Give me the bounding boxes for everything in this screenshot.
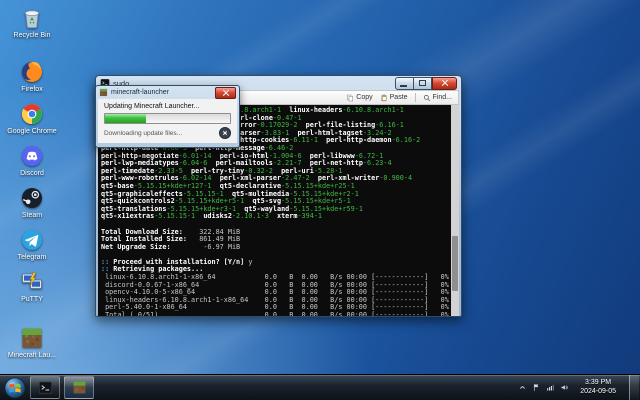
desktop-icon-label: Discord	[20, 170, 44, 177]
maximize-button[interactable]	[414, 76, 432, 90]
firefox-icon	[20, 60, 44, 84]
desktop-icon-chrome[interactable]: Google Chrome	[6, 102, 58, 136]
updater-heading: Updating Minecraft Launcher...	[104, 103, 200, 110]
find-icon	[423, 94, 431, 102]
paste-button[interactable]: Paste	[380, 94, 408, 102]
minecraft-icon	[99, 88, 108, 97]
terminal-scrollbar[interactable]	[451, 105, 459, 316]
cancel-update-button[interactable]	[219, 127, 231, 139]
desktop-icon-label: Telegram	[17, 254, 47, 261]
updater-titlebar[interactable]: minecraft-launcher	[96, 86, 239, 99]
putty-icon	[20, 270, 44, 294]
update-progress-fill	[105, 114, 147, 123]
close-button[interactable]	[432, 76, 457, 90]
updater-close-button[interactable]	[215, 86, 236, 99]
copy-button[interactable]: Copy	[346, 94, 373, 102]
system-tray: 3:39 PM 2024-09-05	[518, 375, 640, 400]
taskbar: 3:39 PM 2024-09-05	[0, 374, 640, 400]
desktop-icon-telegram[interactable]: Telegram	[6, 228, 58, 262]
toolbar-divider	[414, 93, 416, 102]
updater-status: Downloading update files...	[104, 129, 183, 137]
desktop-icon-steam[interactable]: Steam	[6, 186, 58, 220]
discord-icon	[20, 144, 44, 168]
volume-icon[interactable]	[560, 383, 569, 392]
steam-icon	[20, 186, 44, 210]
network-icon[interactable]	[546, 383, 555, 392]
update-progress-bar	[104, 113, 231, 124]
desktop-icon-firefox[interactable]: Firefox	[6, 60, 58, 94]
terminal-line: Total ( 0/51) 0.0 B 0.00 B/s 00:00 [----…	[101, 311, 449, 316]
desktop-icon-putty[interactable]: PuTTY	[6, 270, 58, 304]
clock-date: 2024-09-05	[580, 387, 616, 395]
desktop-icon-label: Minecraft Lau...	[7, 352, 57, 359]
desktop-icon-label: Recycle Bin	[13, 32, 51, 39]
start-button[interactable]	[4, 377, 26, 399]
scrollbar-thumb[interactable]	[452, 235, 458, 291]
desktop: Recycle Bin Firefox Google Chrome Discord St…	[0, 0, 640, 400]
show-desktop-button[interactable]	[629, 375, 639, 400]
paste-icon	[380, 94, 388, 102]
minimize-button[interactable]	[395, 76, 414, 90]
copy-icon	[346, 94, 354, 102]
taskbar-button-minecraft-launcher[interactable]	[64, 376, 94, 399]
action-center-flag-icon[interactable]	[532, 383, 541, 392]
minecraft-icon	[20, 326, 44, 350]
terminal-line: qt5-x11extras-5.15.15-1 udisks2-2.10.1-3…	[101, 212, 323, 221]
recycle-bin-icon	[20, 6, 44, 30]
desktop-icon-discord[interactable]: Discord	[6, 144, 58, 178]
hidden-icons-chevron[interactable]	[518, 383, 527, 392]
updater-body: Updating Minecraft Launcher... Downloadi…	[98, 99, 237, 143]
updater-dialog: minecraft-launcher Updating Minecraft La…	[95, 85, 240, 148]
paste-label: Paste	[389, 94, 408, 101]
desktop-icon-label: Steam	[21, 212, 43, 219]
find-label: Find...	[432, 94, 452, 101]
taskbar-clock[interactable]: 3:39 PM 2024-09-05	[574, 379, 622, 396]
desktop-icon-recycle-bin[interactable]: Recycle Bin	[6, 6, 58, 40]
terminal-line: Net Upgrade Size: -6.97 MiB	[101, 242, 241, 251]
desktop-icon-label: Firefox	[21, 86, 43, 93]
updater-title: minecraft-launcher	[111, 89, 169, 96]
desktop-icon-label: Google Chrome	[7, 128, 57, 135]
desktop-icon-minecraft[interactable]: Minecraft Lau...	[6, 326, 58, 360]
taskbar-button-terminal[interactable]	[30, 376, 60, 399]
telegram-icon	[20, 228, 44, 252]
find-button[interactable]: Find...	[423, 94, 452, 102]
desktop-icon-label: PuTTY	[21, 296, 43, 303]
caption-buttons	[395, 76, 457, 90]
copy-label: Copy	[356, 94, 373, 101]
chrome-icon	[20, 102, 44, 126]
clock-time: 3:39 PM	[585, 379, 612, 386]
